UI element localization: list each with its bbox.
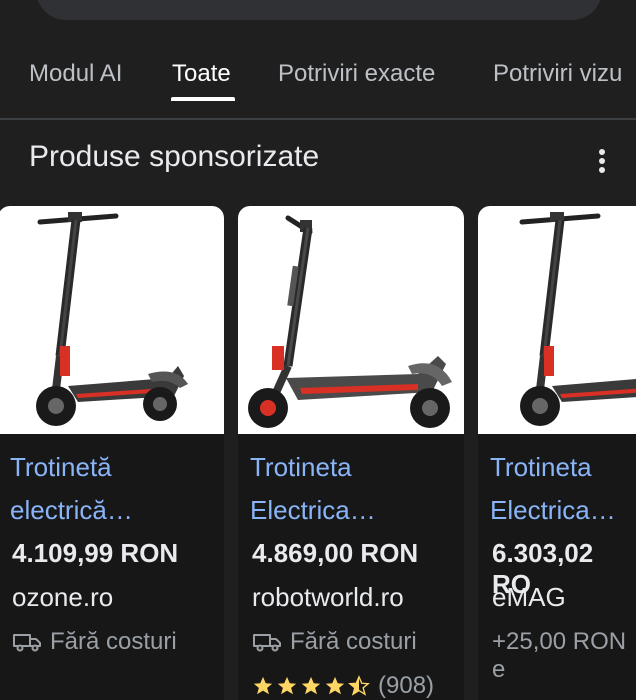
- product-store: robotworld.ro: [252, 582, 404, 612]
- product-title-line2[interactable]: Electrica…: [490, 489, 636, 532]
- product-image[interactable]: [478, 206, 636, 434]
- product-store: eMAG: [492, 582, 566, 612]
- tab-potriviri-vizuale[interactable]: Potriviri vizu: [493, 60, 622, 88]
- truck-icon: [13, 634, 41, 652]
- product-price: 4.109,99 RON: [12, 538, 179, 568]
- product-price: 4.869,00 RON: [252, 538, 419, 568]
- product-card-3[interactable]: Trotineta Electrica…: [478, 206, 636, 700]
- truck-icon: [253, 634, 281, 652]
- rating-count: (908): [378, 672, 435, 699]
- product-card-1[interactable]: Trotinetă electrică…: [0, 206, 224, 700]
- scooter-image: [519, 212, 636, 426]
- product-title-line2[interactable]: Electrica…: [250, 489, 460, 532]
- product-shipping: +25,00 RON e: [492, 628, 636, 684]
- tab-modul-ai[interactable]: Modul AI: [29, 60, 122, 88]
- shipping-label: +25,00 RON e: [492, 628, 627, 683]
- product-card-2[interactable]: Trotineta Electrica…: [238, 206, 464, 700]
- tabs-divider: [0, 118, 636, 120]
- active-tab-indicator: [171, 97, 235, 101]
- product-title-line2[interactable]: electrică…: [10, 489, 220, 532]
- product-image[interactable]: [238, 206, 464, 434]
- star-icon: [301, 676, 321, 695]
- star-icon: [277, 676, 297, 695]
- star-icon: [325, 676, 345, 695]
- product-title-line1[interactable]: Trotinetă: [10, 446, 220, 489]
- tab-toate[interactable]: Toate: [172, 60, 231, 88]
- product-title-line1[interactable]: Trotineta: [490, 446, 636, 489]
- product-rating: (908): [252, 672, 434, 700]
- star-icon: [253, 676, 273, 695]
- scooter-image: [248, 215, 452, 428]
- tab-potriviri-exacte[interactable]: Potriviri exacte: [278, 60, 435, 88]
- product-image[interactable]: [0, 206, 224, 434]
- product-title[interactable]: Trotineta Electrica…: [490, 446, 636, 532]
- shipping-label: Fără costuri: [290, 628, 417, 655]
- star-half-icon: [348, 675, 370, 696]
- scooter-image: [36, 212, 188, 426]
- product-title[interactable]: Trotinetă electrică…: [10, 446, 220, 532]
- more-vert-icon[interactable]: [586, 145, 618, 177]
- search-bar[interactable]: [36, 0, 602, 20]
- product-store: ozone.ro: [12, 582, 114, 612]
- section-title: Produse sponsorizate: [29, 140, 320, 173]
- product-shipping: Fără costuri: [252, 628, 417, 656]
- product-shipping: Fără costuri: [12, 628, 177, 656]
- product-title[interactable]: Trotineta Electrica…: [250, 446, 460, 532]
- page: Modul AI Toate Potriviri exacte Potrivir…: [0, 0, 636, 700]
- shipping-label: Fără costuri: [50, 628, 177, 655]
- search-tabs: Modul AI Toate Potriviri exacte Potrivir…: [0, 40, 636, 118]
- product-title-line1[interactable]: Trotineta: [250, 446, 460, 489]
